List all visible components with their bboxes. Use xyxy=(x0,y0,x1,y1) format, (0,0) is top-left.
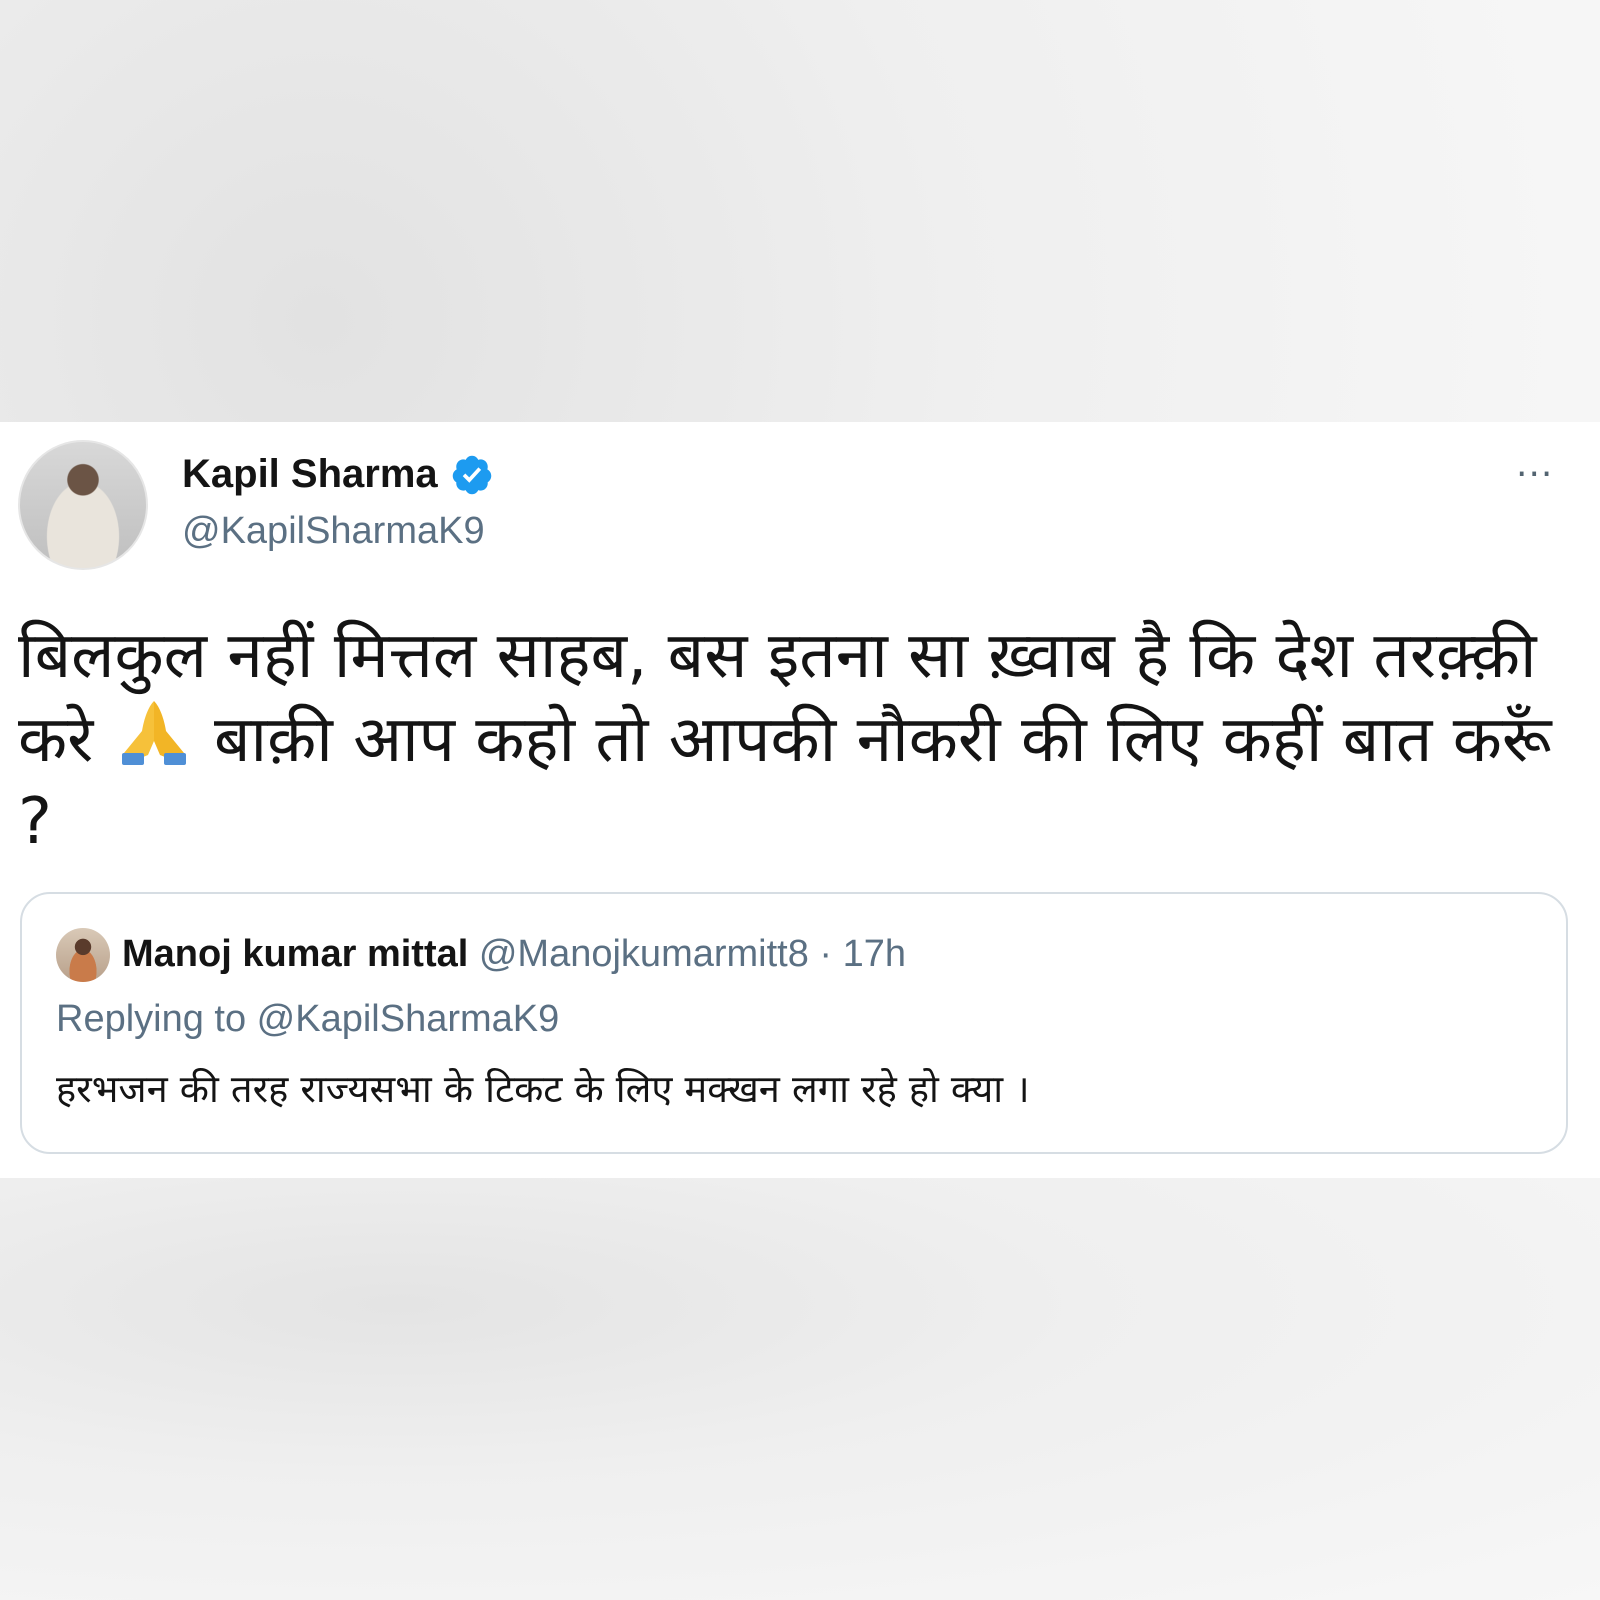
folded-hands-emoji xyxy=(121,701,186,765)
author-name-row[interactable]: Kapil Sharma xyxy=(182,452,494,497)
tweet-text-part2: बाक़ी आप कहो तो आपकी नौकरी की लिए कहीं ब… xyxy=(18,703,1552,859)
author-name[interactable]: Kapil Sharma xyxy=(182,452,438,497)
verified-badge-icon xyxy=(452,455,491,494)
quoted-author-handle[interactable]: @Manojkumarmitt8 xyxy=(479,933,809,975)
author-handle[interactable]: @KapilSharmaK9 xyxy=(182,510,485,553)
quoted-tweet-header: Manoj kumar mittal @Manojkumarmitt8 · 17… xyxy=(122,930,906,978)
quoted-author-name[interactable]: Manoj kumar mittal xyxy=(122,933,468,975)
separator-dot: · xyxy=(819,933,833,975)
quoted-tweet-time[interactable]: 17h xyxy=(843,933,906,975)
quoted-tweet-text: हरभजन की तरह राज्यसभा के टिकट के लिए मक्… xyxy=(56,1067,1030,1111)
tweet-text: बिलकुल नहीं मित्तल साहब, बस इतना सा ख़्व… xyxy=(18,615,1578,863)
quoted-author-avatar[interactable] xyxy=(56,928,110,982)
more-options-icon[interactable]: ··· xyxy=(1516,457,1553,493)
replying-to-label: Replying to @KapilSharmaK9 xyxy=(56,998,560,1040)
background-bottom xyxy=(0,1178,1600,1600)
quoted-tweet-card[interactable]: Manoj kumar mittal @Manojkumarmitt8 · 17… xyxy=(20,892,1568,1154)
author-avatar[interactable] xyxy=(18,440,148,570)
